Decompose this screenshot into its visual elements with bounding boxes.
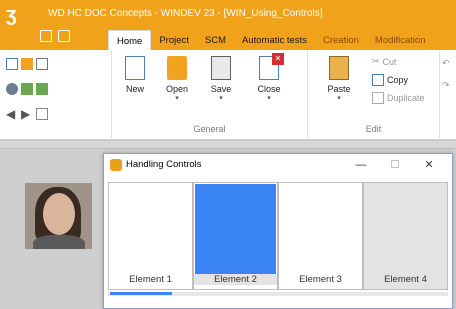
- dialog-title: Handling Controls: [126, 159, 202, 170]
- open-button[interactable]: Open ▾: [160, 56, 194, 102]
- tab-home[interactable]: Home: [108, 30, 152, 50]
- element-3[interactable]: Element 3: [278, 182, 363, 290]
- project-code-icon[interactable]: [36, 83, 48, 95]
- minimize-button[interactable]: —: [348, 156, 374, 174]
- tab-modification[interactable]: Modification: [367, 30, 434, 50]
- tab-automatic-tests[interactable]: Automatic tests: [234, 30, 315, 50]
- structure-icon[interactable]: [36, 108, 48, 120]
- ribbon-group-label-general: General: [193, 124, 226, 134]
- save-disk-icon: [211, 56, 231, 80]
- save-element-icon[interactable]: [36, 58, 48, 70]
- open-element-icon[interactable]: [21, 58, 33, 70]
- tab-scm[interactable]: SCM: [197, 30, 234, 50]
- back-arrow-icon[interactable]: ◀: [6, 108, 18, 120]
- copy-icon: [372, 74, 384, 86]
- window-title: WD HC DOC Concepts - WINDEV 23 - [WIN_Us…: [48, 8, 323, 19]
- duplicate-icon: [372, 92, 384, 104]
- ribbon: ◀ ▶ New Open ▾ Save ▾ Close ▾ General: [0, 50, 456, 140]
- element-4[interactable]: Element 4: [363, 182, 448, 290]
- handling-controls-window[interactable]: Handling Controls — ☐ ✕ Element 1 Elemen…: [103, 153, 453, 309]
- layout-icon[interactable]: [58, 30, 70, 42]
- chevron-down-icon: ▾: [219, 95, 223, 102]
- save-button[interactable]: Save ▾: [204, 56, 238, 102]
- window-app-icon: [110, 159, 122, 171]
- element-2[interactable]: Element 2: [193, 182, 278, 290]
- element-list: Element 1 Element 2 Element 3 Element 4: [108, 182, 448, 290]
- cut-button[interactable]: ✂ Cut: [372, 56, 397, 67]
- new-element-icon[interactable]: [6, 58, 18, 70]
- open-folder-icon: [167, 56, 187, 80]
- clipboard-icon: [329, 56, 349, 80]
- tab-project[interactable]: Project: [151, 30, 197, 50]
- selection-highlight: [195, 184, 276, 274]
- dialog-title-bar[interactable]: Handling Controls — ☐ ✕: [104, 154, 452, 176]
- maximize-button[interactable]: ☐: [382, 156, 408, 174]
- ribbon-tabs: Home Project SCM Automatic tests Creatio…: [108, 30, 434, 50]
- new-button[interactable]: New: [118, 56, 152, 94]
- ribbon-group-general: New Open ▾ Save ▾ Close ▾ General: [112, 50, 308, 138]
- close-button[interactable]: Close ▾: [252, 53, 286, 102]
- gear-icon[interactable]: [6, 83, 18, 95]
- title-bar: ʒ WD HC DOC Concepts - WINDEV 23 - [WIN_…: [0, 0, 456, 50]
- ribbon-group-label-edit: Edit: [365, 124, 382, 134]
- ruler: [0, 141, 456, 149]
- redo-icon[interactable]: ↷: [442, 80, 450, 91]
- quick-access-toolbar: [40, 30, 70, 42]
- close-window-button[interactable]: ✕: [416, 156, 442, 174]
- tab-creation[interactable]: Creation: [315, 30, 367, 50]
- chevron-down-icon: ▾: [337, 95, 341, 102]
- chevron-down-icon: ▾: [175, 95, 179, 102]
- scissors-icon: ✂: [372, 56, 380, 66]
- paste-button[interactable]: Paste ▾: [322, 56, 356, 102]
- chevron-down-icon: ▾: [267, 95, 271, 102]
- element-1[interactable]: Element 1: [108, 182, 193, 290]
- window-code-icon[interactable]: [21, 83, 33, 95]
- ribbon-quick-group: ◀ ▶: [0, 50, 112, 138]
- grid-icon[interactable]: [40, 30, 52, 42]
- copy-button[interactable]: Copy: [372, 74, 408, 86]
- windev-logo-icon: ʒ: [6, 4, 17, 26]
- ribbon-group-edit: Paste ▾ ✂ Cut Copy Duplicate Edit: [308, 50, 440, 138]
- new-document-icon: [125, 56, 145, 80]
- duplicate-button[interactable]: Duplicate: [372, 92, 425, 104]
- photo-image[interactable]: [25, 183, 92, 249]
- close-document-icon: [259, 53, 284, 80]
- scrollbar-thumb[interactable]: [110, 292, 172, 295]
- ribbon-group-partial: ↶ ↷: [440, 50, 456, 138]
- undo-icon[interactable]: ↶: [442, 58, 450, 69]
- forward-arrow-icon[interactable]: ▶: [21, 108, 33, 120]
